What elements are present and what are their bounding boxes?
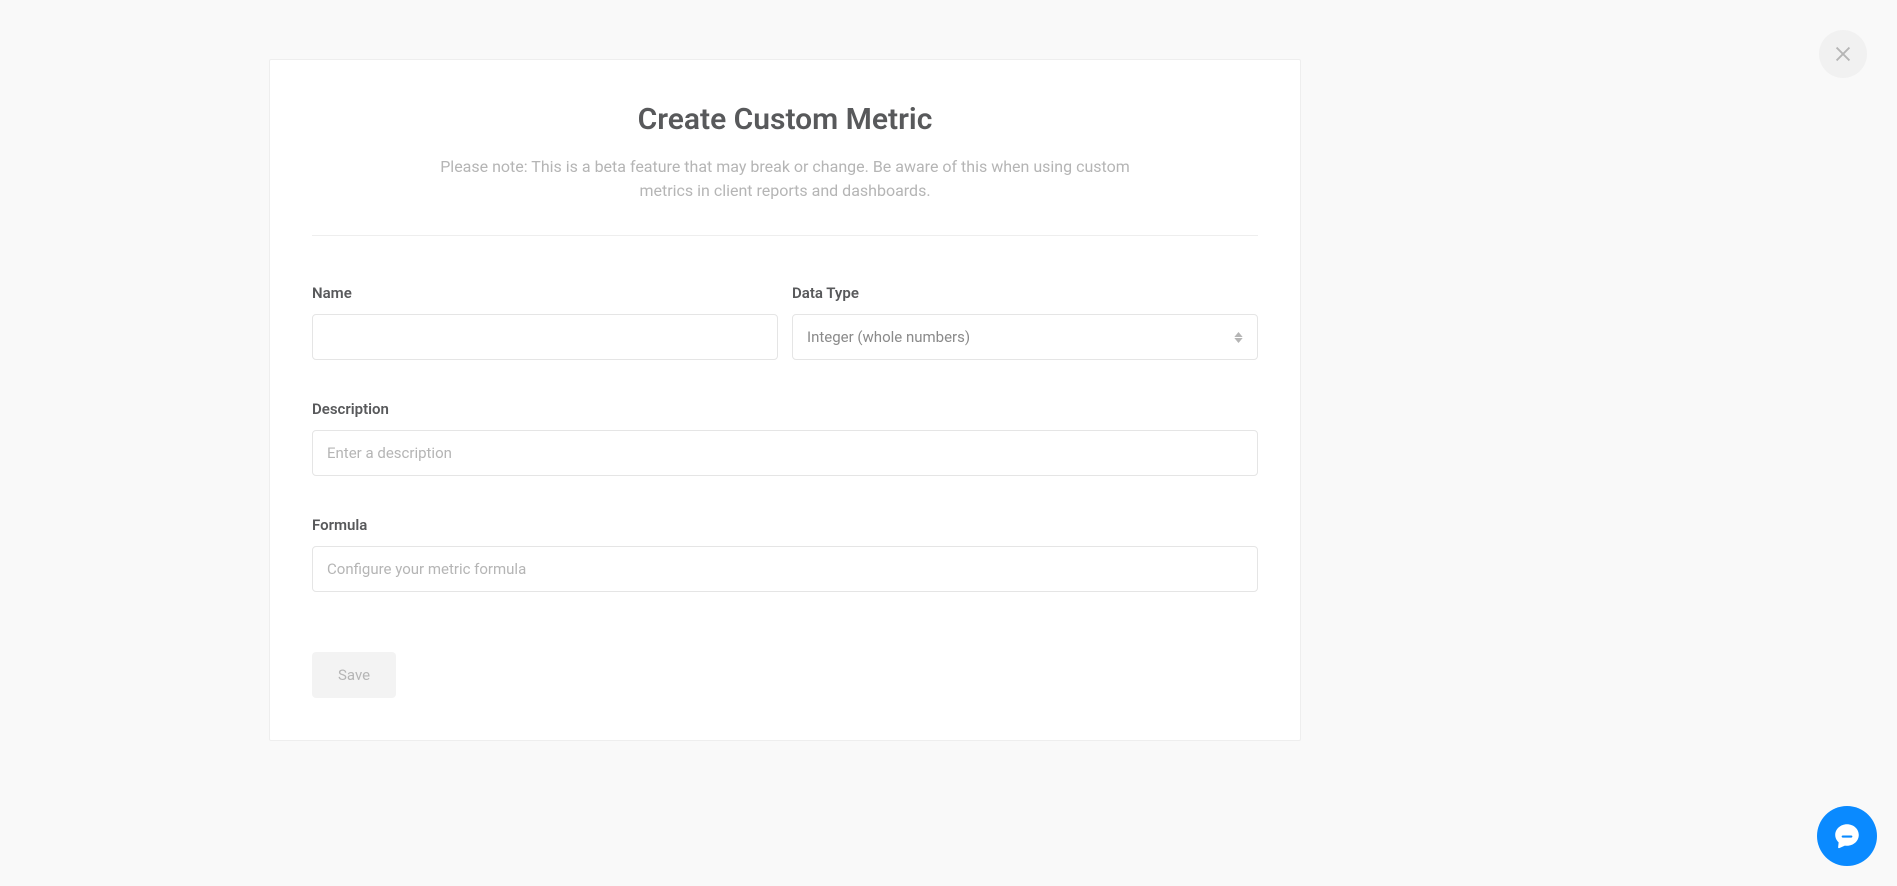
data-type-selected-value: Integer (whole numbers) [807, 328, 970, 346]
modal-title: Create Custom Metric [312, 102, 1258, 137]
data-type-group: Data Type Integer (whole numbers) [792, 284, 1258, 360]
divider [312, 235, 1258, 236]
formula-input[interactable] [312, 546, 1258, 592]
data-type-select[interactable]: Integer (whole numbers) [792, 314, 1258, 360]
data-type-label: Data Type [792, 284, 1258, 302]
modal-note: Please note: This is a beta feature that… [425, 155, 1145, 203]
create-custom-metric-modal: Create Custom Metric Please note: This i… [269, 59, 1301, 741]
chat-widget-button[interactable] [1817, 806, 1877, 866]
description-group: Description [312, 400, 1258, 476]
description-label: Description [312, 400, 1258, 418]
description-input[interactable] [312, 430, 1258, 476]
select-arrows-icon [1234, 332, 1243, 343]
save-button[interactable]: Save [312, 652, 396, 698]
close-icon [1832, 43, 1854, 65]
name-group: Name [312, 284, 778, 360]
name-label: Name [312, 284, 778, 302]
chat-icon [1832, 821, 1862, 851]
formula-group: Formula [312, 516, 1258, 592]
formula-label: Formula [312, 516, 1258, 534]
close-button[interactable] [1819, 30, 1867, 78]
name-input[interactable] [312, 314, 778, 360]
